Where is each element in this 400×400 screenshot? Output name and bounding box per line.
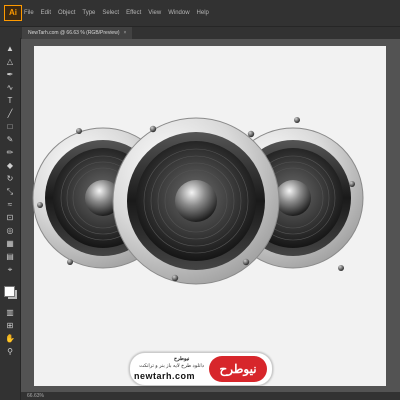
watermark-url: newtarh.com <box>134 371 196 381</box>
watermark-badge: نیوطرح دانلود طرح لایه باز بنر و ترانکت … <box>129 352 273 386</box>
watermark-logo: نیوطرح <box>209 356 267 382</box>
watermark-tagline: دانلود طرح لایه باز بنر و ترانکت <box>139 363 204 369</box>
watermark-name: نیوطرح <box>174 356 190 362</box>
status-bar: 66.63% <box>21 392 400 400</box>
speaker-artwork[interactable] <box>0 0 400 400</box>
speaker-center[interactable] <box>112 117 280 285</box>
zoom-level[interactable]: 66.63% <box>27 392 44 400</box>
